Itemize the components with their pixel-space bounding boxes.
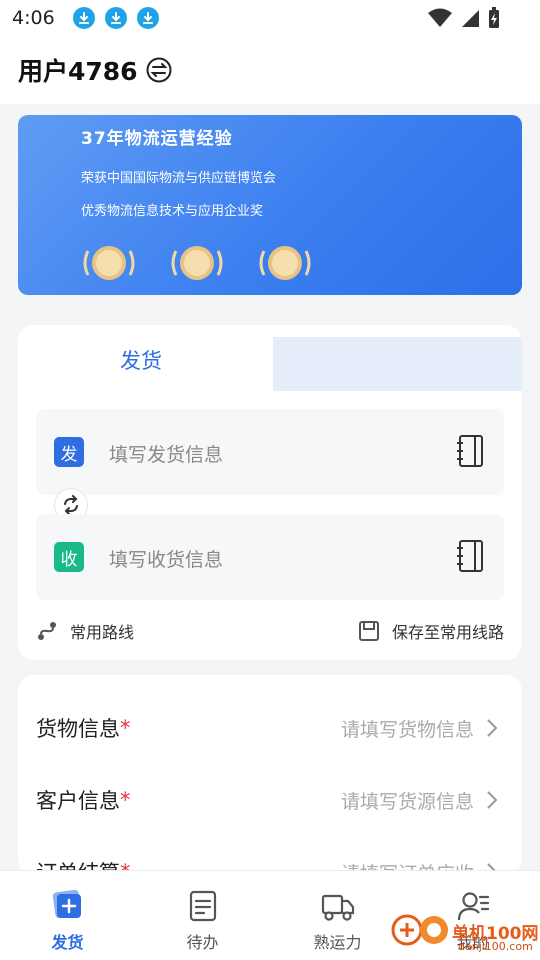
cargo-info-value: 请填写货物信息: [340, 718, 474, 741]
wifi-icon: [428, 8, 452, 27]
receiver-placeholder: 填写收货信息: [109, 549, 224, 571]
swap-icon: [64, 495, 78, 515]
route-icon: [38, 622, 56, 640]
customer-info-value: 请填写货源信息: [340, 790, 474, 813]
banner-award-line: 荣获中国国际物流与供应链博览会: [81, 171, 277, 186]
cargo-info-row[interactable]: 货物信息 * 请填写货物信息: [36, 708, 504, 748]
status-bar: 4:06: [0, 0, 540, 36]
nav-todo[interactable]: 待办: [135, 871, 270, 960]
sender-placeholder: 填写发货信息: [109, 444, 224, 466]
customer-info-label: 客户信息: [36, 789, 120, 813]
award-medal-icon: [259, 246, 311, 280]
award-medal-icon: [83, 246, 135, 280]
header: 用户4786: [0, 36, 540, 104]
nav-todo-label: 待办: [186, 933, 219, 952]
nav-ship[interactable]: 发货: [0, 871, 135, 960]
nav-capacity[interactable]: 熟运力: [270, 871, 405, 960]
promo-banner[interactable]: 37年物流运营经验 荣获中国国际物流与供应链博览会 优秀物流信息技术与应用企业奖: [18, 115, 522, 295]
save-route-label: 保存至常用线路: [391, 623, 504, 642]
download-notification-icon: [136, 7, 159, 29]
truck-icon: [321, 894, 354, 921]
nav-capacity-label: 熟运力: [313, 933, 362, 952]
receiver-badge: 收: [54, 542, 84, 572]
chevron-right-icon: [487, 791, 498, 809]
common-routes-label: 常用路线: [70, 623, 135, 642]
download-notification-icon: [72, 7, 95, 29]
receiver-info-field[interactable]: 收 填写收货信息: [36, 514, 504, 600]
ship-add-icon: [52, 889, 81, 919]
banner-award-line: 优秀物流信息技术与应用企业奖: [81, 204, 264, 219]
shipping-card: 发货 发 填写发货信息 收 填写收货信息 常用路线 保存至常用线路: [18, 325, 522, 660]
tab-inactive-area[interactable]: [258, 337, 522, 391]
user-name[interactable]: 用户4786: [18, 52, 138, 88]
switch-account-icon[interactable]: [146, 57, 172, 83]
save-icon: [358, 621, 379, 641]
address-book-icon[interactable]: [456, 434, 486, 468]
todo-icon: [189, 890, 216, 922]
battery-icon: [489, 7, 499, 28]
chevron-right-icon: [487, 719, 498, 737]
common-routes-button[interactable]: 常用路线: [36, 619, 134, 643]
address-book-icon[interactable]: [456, 539, 486, 573]
order-info-card: 货物信息 * 请填写货物信息 客户信息 * 请填写货源信息 订单结算 * 请填写订单应…: [18, 675, 522, 875]
customer-info-row[interactable]: 客户信息 * 请填写货源信息: [36, 780, 504, 820]
watermark-logo-icon: [391, 914, 448, 946]
sender-info-field[interactable]: 发 填写发货信息: [36, 409, 504, 495]
cargo-info-label: 货物信息: [36, 717, 120, 741]
tab-ship[interactable]: 发货: [18, 325, 273, 391]
sender-badge: 发: [54, 437, 84, 467]
download-notification-icon: [104, 7, 127, 29]
save-route-button[interactable]: 保存至常用线路: [358, 619, 504, 643]
required-marker: *: [120, 788, 131, 812]
status-time: 4:06: [12, 7, 55, 29]
banner-title: 37年物流运营经验: [81, 129, 233, 149]
tab-ship-label: 发货: [120, 349, 162, 373]
site-watermark: 单机100网 danji100.com: [390, 905, 540, 960]
signal-icon: [462, 10, 479, 27]
award-medal-icon: [171, 246, 223, 280]
required-marker: *: [120, 716, 131, 740]
routes-row: 常用路线 保存至常用线路: [36, 619, 504, 647]
watermark-site: danji100.com: [458, 940, 533, 953]
nav-ship-label: 发货: [51, 933, 84, 952]
